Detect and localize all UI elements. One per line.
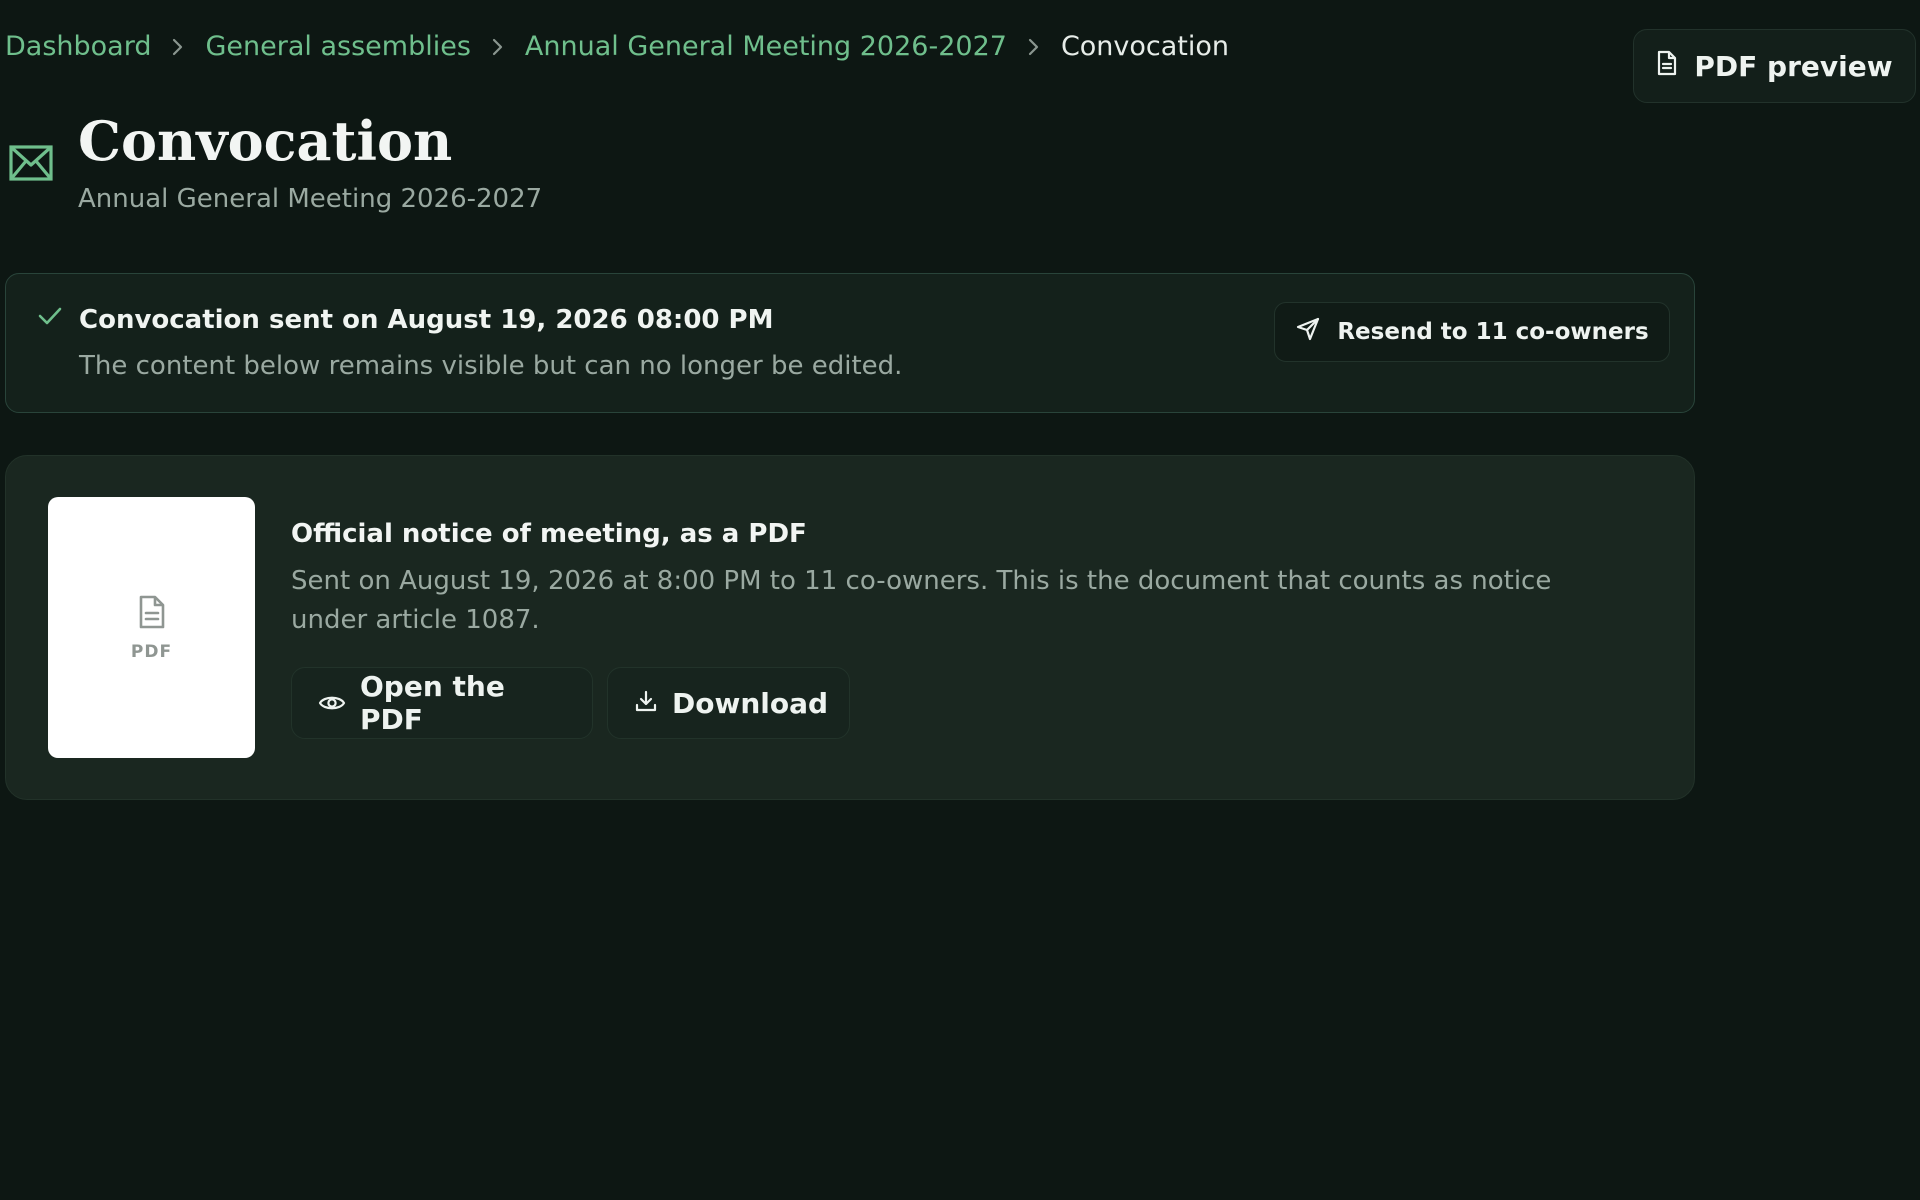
breadcrumb-current: Convocation xyxy=(1060,31,1230,62)
breadcrumb-general-assemblies[interactable]: General assemblies xyxy=(205,28,470,66)
sent-status-banner: Convocation sent on August 19, 2026 08:0… xyxy=(5,273,1695,413)
download-button[interactable]: Download xyxy=(607,667,850,739)
breadcrumb-annual-meeting[interactable]: Annual General Meeting 2026-2027 xyxy=(525,28,1007,66)
chevron-right-icon xyxy=(471,28,525,66)
resend-button[interactable]: Resend to 11 co-owners xyxy=(1274,302,1670,362)
file-icon xyxy=(1656,50,1678,83)
page-subtitle: Annual General Meeting 2026-2027 xyxy=(78,184,543,214)
document-title: Official notice of meeting, as a PDF xyxy=(291,519,807,549)
breadcrumb-dashboard[interactable]: Dashboard xyxy=(5,28,151,66)
open-pdf-button[interactable]: Open the PDF xyxy=(291,667,593,739)
page: Dashboard General assemblies Annual Gene… xyxy=(0,0,1920,1200)
status-description: The content below remains visible but ca… xyxy=(79,351,903,381)
check-icon xyxy=(36,304,64,328)
chevron-right-icon xyxy=(151,28,205,66)
resend-label: Resend to 11 co-owners xyxy=(1337,319,1649,345)
open-pdf-label: Open the PDF xyxy=(360,670,505,736)
document-card: PDF Official notice of meeting, as a PDF… xyxy=(5,455,1695,800)
download-label: Download xyxy=(672,686,829,720)
eye-icon xyxy=(318,687,346,720)
status-title: Convocation sent on August 19, 2026 08:0… xyxy=(79,305,774,335)
chevron-right-icon xyxy=(1007,28,1061,66)
pdf-preview-button[interactable]: PDF preview xyxy=(1633,29,1916,103)
send-icon xyxy=(1295,316,1321,348)
pdf-thumbnail-label: PDF xyxy=(130,641,173,662)
pdf-thumbnail[interactable]: PDF xyxy=(48,497,255,758)
document-actions: Open the PDF Download xyxy=(291,667,850,739)
file-icon xyxy=(136,594,168,634)
breadcrumb: Dashboard General assemblies Annual Gene… xyxy=(5,28,1229,66)
pdf-preview-label: PDF preview xyxy=(1694,49,1893,83)
document-description: Sent on August 19, 2026 at 8:00 PM to 11… xyxy=(291,566,1552,635)
download-icon xyxy=(634,687,658,720)
page-title: Convocation xyxy=(78,109,453,173)
envelope-icon xyxy=(8,143,54,183)
